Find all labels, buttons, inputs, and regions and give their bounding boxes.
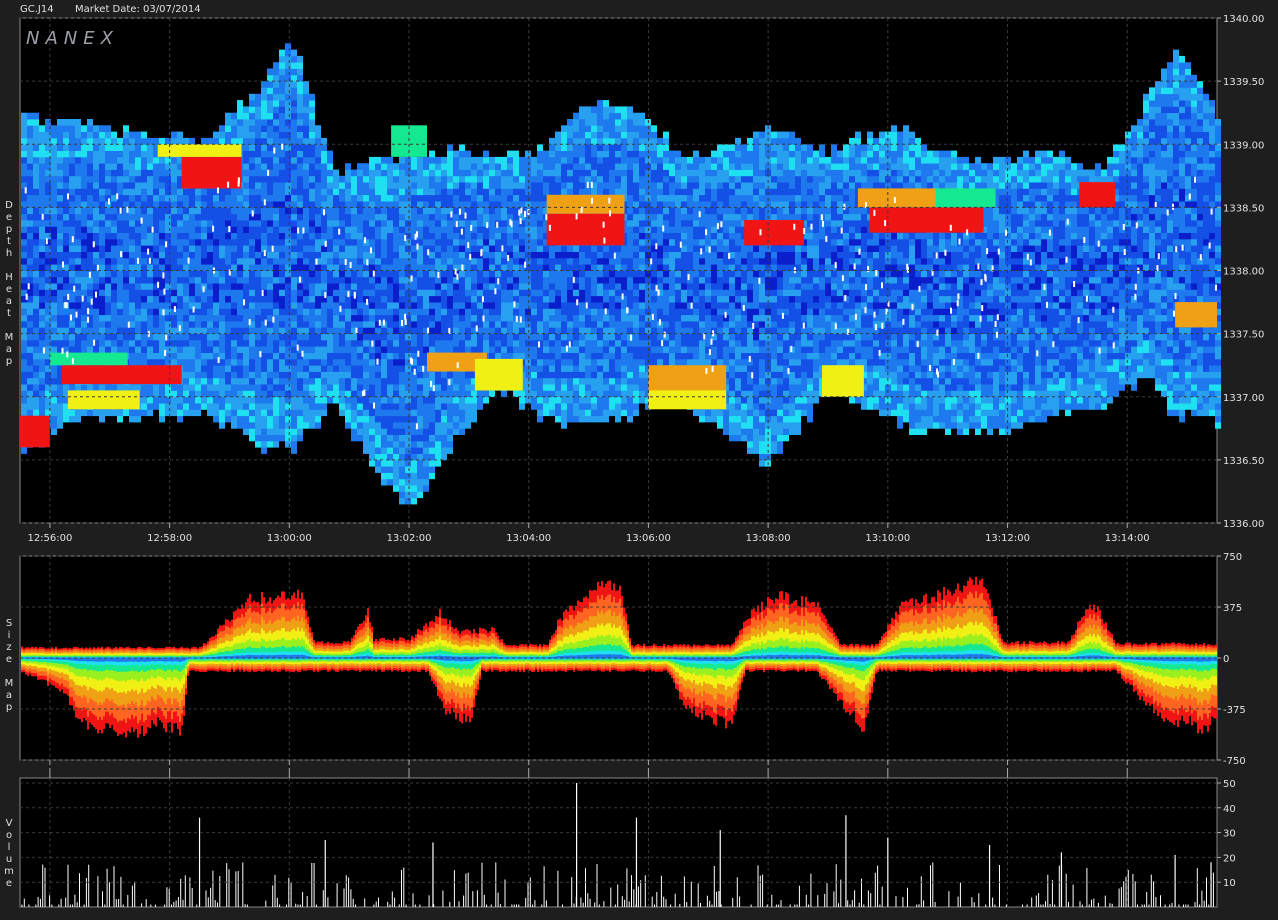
size-y-tick-label: 375 — [1223, 603, 1242, 614]
size-y-tick-label: 0 — [1223, 654, 1229, 665]
size-y-tick-label: -750 — [1223, 756, 1246, 767]
heat-hot-zone — [157, 144, 242, 157]
heat-y-tick-label: 1338.50 — [1223, 203, 1264, 214]
heat-y-tick-label: 1336.00 — [1223, 519, 1264, 530]
x-tick-label: 13:12:00 — [985, 533, 1030, 544]
heat-hot-zone — [869, 207, 984, 233]
x-tick-label: 13:02:00 — [387, 533, 432, 544]
volume-y-tick-label: 40 — [1223, 804, 1236, 815]
x-tick-label: 13:06:00 — [626, 533, 671, 544]
heat-y-tick-label: 1338.00 — [1223, 267, 1264, 278]
heat-hot-zone — [822, 365, 864, 397]
heat-hot-zone — [181, 156, 242, 189]
x-tick-label: 13:00:00 — [267, 533, 312, 544]
x-tick-label: 12:58:00 — [147, 533, 192, 544]
heat-hot-zone — [744, 220, 805, 246]
heat-y-tick-label: 1336.50 — [1223, 456, 1264, 467]
heat-y-tick-label: 1340.00 — [1223, 14, 1264, 25]
size-y-tick-label: -375 — [1223, 705, 1246, 716]
heat-hot-zone — [546, 213, 625, 246]
chart-canvas: 1340.00 1339.50 1339.00 1338.50 1338.00 1337.… — [19, 14, 1264, 908]
heat-hot-zone — [20, 415, 50, 448]
heat-hot-zone — [67, 390, 140, 410]
volume-y-tick-label: 30 — [1223, 829, 1236, 840]
size-y-tick-label: 750 — [1223, 552, 1242, 563]
x-tick-label: 13:08:00 — [746, 533, 791, 544]
nanex-logo: NANEX — [26, 28, 119, 49]
x-tick-label: 12:56:00 — [27, 533, 72, 544]
heat-y-tick-label: 1339.00 — [1223, 140, 1264, 151]
heat-y-tick-label: 1339.50 — [1223, 77, 1264, 88]
volume-y-tick-label: 10 — [1223, 878, 1236, 889]
heat-hot-zone — [546, 194, 625, 214]
heat-y-tick-label: 1337.50 — [1223, 330, 1264, 341]
heat-hot-zone — [61, 365, 182, 385]
heat-hot-zone — [648, 390, 727, 410]
heat-hot-zone — [474, 358, 523, 391]
heat-hot-zone — [1175, 302, 1217, 328]
heat-hot-zone — [648, 365, 727, 391]
volume-y-tick-label: 50 — [1223, 779, 1236, 790]
heat-y-tick-label: 1337.00 — [1223, 393, 1264, 404]
heat-hot-zone — [49, 352, 128, 366]
x-tick-label: 13:14:00 — [1105, 533, 1150, 544]
volume-y-tick-label: 20 — [1223, 853, 1236, 864]
x-tick-label: 13:10:00 — [865, 533, 910, 544]
heat-hot-zone — [935, 188, 996, 208]
heat-hot-zone — [1079, 182, 1116, 208]
x-tick-label: 13:04:00 — [506, 533, 551, 544]
